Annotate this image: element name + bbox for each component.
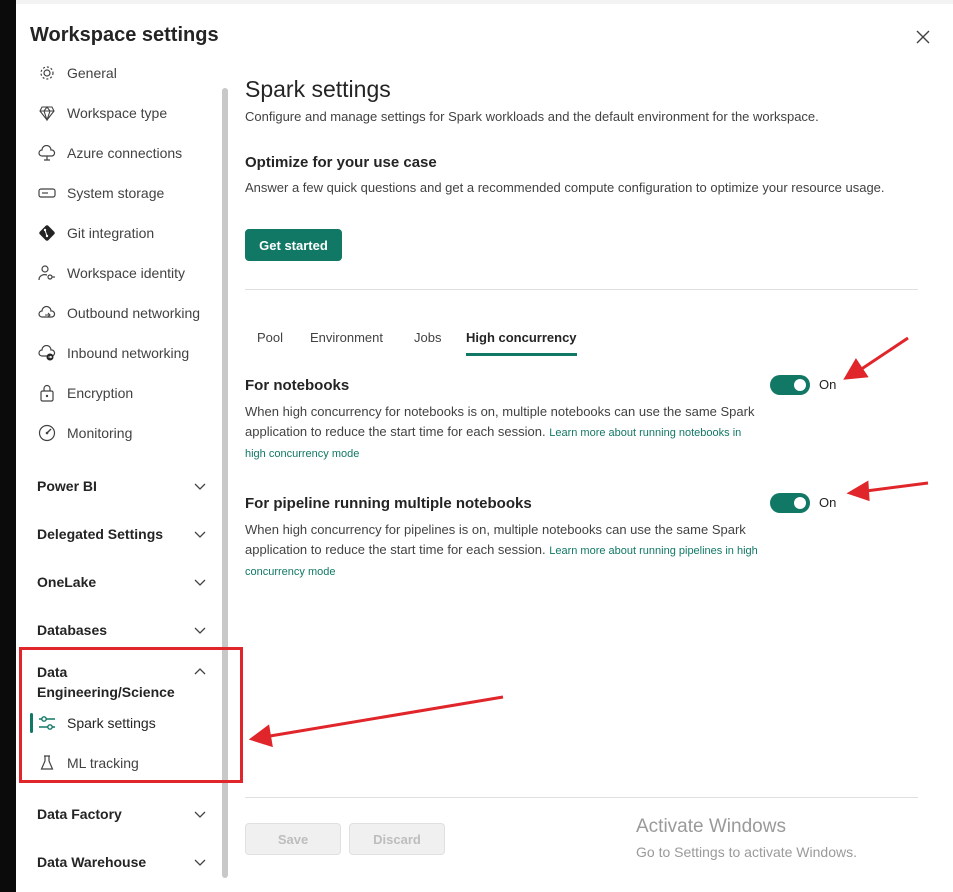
activate-windows-watermark-subtitle: Go to Settings to activate Windows. — [636, 844, 857, 860]
sidebar-item-label: System storage — [67, 185, 165, 201]
cloud-connection-icon — [38, 144, 56, 162]
section-label: Data Factory — [37, 806, 122, 822]
sidebar-item-monitoring[interactable]: Monitoring — [16, 416, 222, 450]
sidebar-item-azure-connections[interactable]: Azure connections — [16, 136, 222, 170]
sidebar-item-encryption[interactable]: Encryption — [16, 376, 222, 410]
section-label: OneLake — [37, 574, 97, 590]
chevron-down-icon — [194, 811, 206, 818]
sidebar-item-git-integration[interactable]: Git integration — [16, 216, 222, 250]
sidebar-item-label: Outbound networking — [67, 305, 201, 321]
sidebar-item-workspace-identity[interactable]: Workspace identity — [16, 256, 222, 290]
storage-icon — [38, 184, 56, 202]
section-databases[interactable]: Databases — [16, 620, 222, 644]
section-label: Delegated Settings — [37, 526, 164, 542]
workspace-settings-dialog: Workspace settings General Workspace typ… — [16, 4, 953, 892]
desktop-background-strip — [0, 0, 16, 892]
sidebar-item-workspace-type[interactable]: Workspace type — [16, 96, 222, 130]
page-title: Spark settings — [245, 76, 391, 102]
discard-button[interactable]: Discard — [349, 823, 445, 855]
sidebar-item-inbound-networking[interactable]: Inbound networking — [16, 336, 222, 370]
pipeline-setting-title: For pipeline running multiple notebooks — [245, 495, 532, 512]
diamond-icon — [38, 104, 56, 122]
section-label: Databases — [37, 622, 108, 638]
close-button[interactable] — [912, 26, 934, 48]
notebooks-setting-description: When high concurrency for notebooks is o… — [245, 402, 765, 464]
sidebar-item-general[interactable]: General — [16, 56, 222, 90]
sidebar-item-label: Git integration — [67, 225, 155, 241]
close-icon — [916, 30, 930, 44]
save-button[interactable]: Save — [245, 823, 341, 855]
sidebar-item-outbound-networking[interactable]: Outbound networking — [16, 296, 222, 330]
sidebar-item-label: Monitoring — [67, 425, 133, 441]
chevron-down-icon — [194, 859, 206, 866]
page-description: Configure and manage settings for Spark … — [245, 109, 819, 124]
gauge-icon — [38, 424, 56, 442]
cloud-inbound-icon — [38, 344, 56, 362]
sidebar-item-label: Azure connections — [67, 145, 183, 161]
section-onelake[interactable]: OneLake — [16, 572, 222, 596]
tab-jobs[interactable]: Jobs — [414, 328, 441, 353]
notebooks-concurrency-toggle[interactable] — [770, 375, 810, 395]
chevron-down-icon — [194, 579, 206, 586]
identity-key-icon — [38, 264, 56, 282]
pipeline-concurrency-toggle[interactable] — [770, 493, 810, 513]
dialog-title: Workspace settings — [30, 24, 219, 46]
cloud-outbound-icon — [38, 304, 56, 322]
tab-environment[interactable]: Environment — [310, 328, 383, 353]
sidebar-item-label: Inbound networking — [67, 345, 190, 361]
tab-high-concurrency[interactable]: High concurrency — [466, 328, 577, 356]
sidebar-item-label: General — [67, 65, 117, 81]
activate-windows-watermark-title: Activate Windows — [636, 816, 786, 837]
pipeline-toggle-label: On — [819, 495, 837, 510]
lock-icon — [38, 384, 56, 402]
section-data-factory[interactable]: Data Factory — [16, 804, 222, 828]
section-label: Data Warehouse — [37, 854, 147, 870]
sidebar-item-label: Encryption — [67, 385, 134, 401]
footer-divider — [245, 797, 918, 798]
tab-pool[interactable]: Pool — [257, 328, 283, 353]
get-started-button[interactable]: Get started — [245, 229, 342, 261]
notebooks-toggle-label: On — [819, 377, 837, 392]
section-label: Power BI — [37, 478, 97, 494]
gear-icon — [38, 64, 56, 82]
optimize-title: Optimize for your use case — [245, 154, 437, 171]
notebooks-setting-title: For notebooks — [245, 377, 350, 394]
section-power-bi[interactable]: Power BI — [16, 476, 222, 500]
chevron-down-icon — [194, 627, 206, 634]
sidebar-item-label: Workspace identity — [67, 265, 186, 281]
annotation-highlight-box — [19, 647, 243, 783]
section-data-warehouse[interactable]: Data Warehouse — [16, 852, 222, 876]
pipeline-setting-description: When high concurrency for pipelines is o… — [245, 520, 765, 582]
chevron-down-icon — [194, 531, 206, 538]
section-delegated-settings[interactable]: Delegated Settings — [16, 524, 222, 548]
git-icon — [38, 224, 56, 242]
sidebar-item-label: Workspace type — [67, 105, 168, 121]
sidebar-item-system-storage[interactable]: System storage — [16, 176, 222, 210]
optimize-description: Answer a few quick questions and get a r… — [245, 180, 885, 195]
divider — [245, 289, 918, 290]
chevron-down-icon — [194, 483, 206, 490]
